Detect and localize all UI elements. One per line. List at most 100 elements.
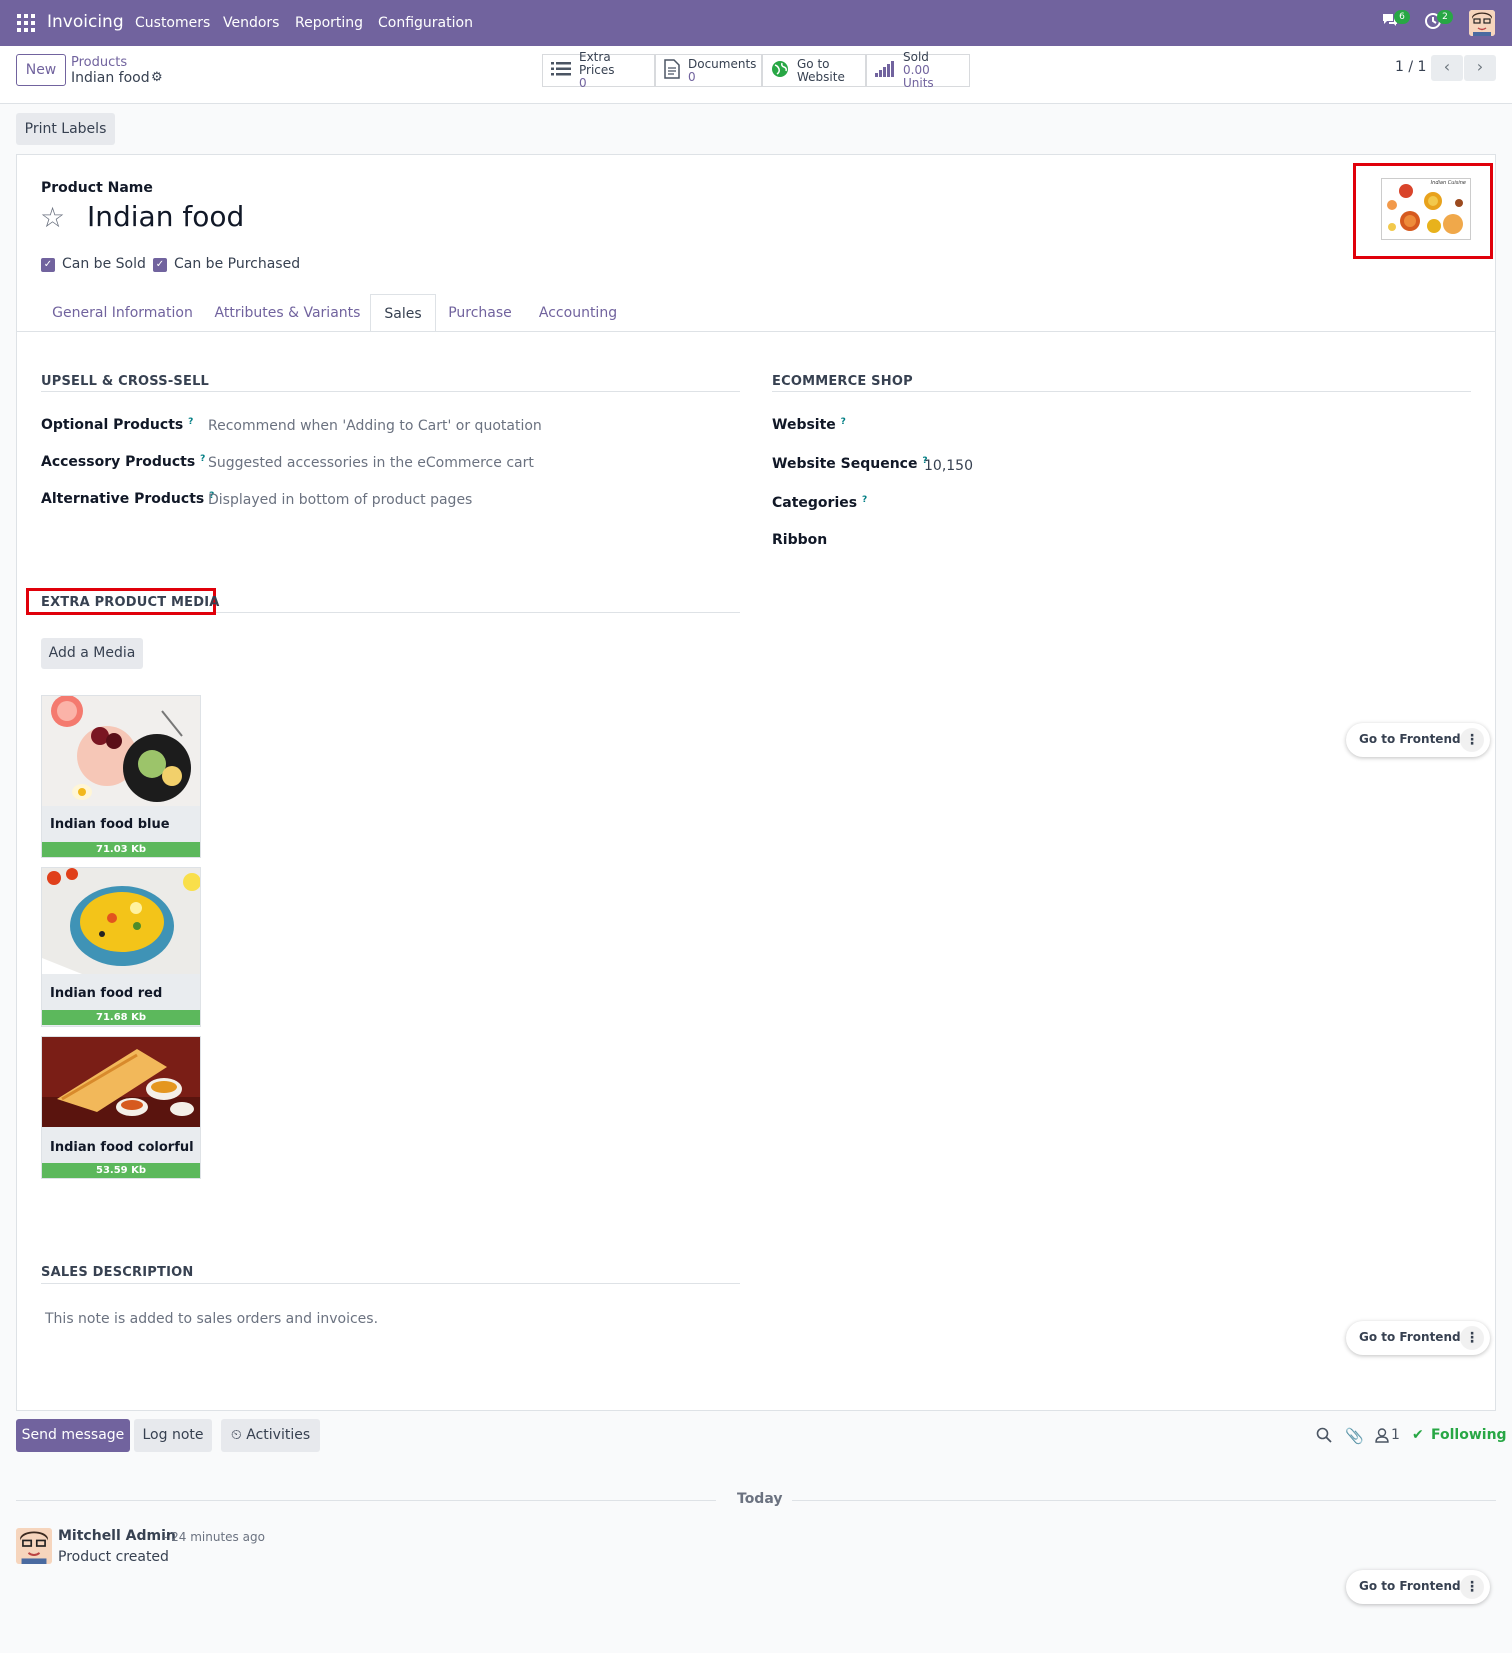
search-icon[interactable] <box>1316 1427 1332 1447</box>
log-note-button[interactable]: Log note <box>134 1419 212 1452</box>
go-to-frontend-widget[interactable]: Go to Frontend ⋮ <box>1346 1321 1490 1355</box>
go-to-frontend-button[interactable]: Go to Frontend <box>1359 732 1461 746</box>
ribbon-select[interactable] <box>924 529 1464 553</box>
stat-documents[interactable]: Documents 0 <box>655 54 762 87</box>
tab-general-information[interactable]: General Information <box>41 294 204 332</box>
field-label-text: Alternative Products <box>41 491 205 507</box>
website-sequence-input[interactable]: 10,150 <box>924 458 973 474</box>
send-message-button[interactable]: Send message <box>16 1419 130 1452</box>
more-options-icon[interactable]: ⋮ <box>1460 1326 1484 1350</box>
print-labels-button[interactable]: Print Labels <box>16 113 115 145</box>
media-card[interactable]: Indian food blue 71.03 Kb <box>41 695 201 858</box>
accessory-products-input[interactable]: Suggested accessories in the eCommerce c… <box>208 455 534 471</box>
menu-configuration[interactable]: Configuration <box>378 15 473 31</box>
stat-value: 0.00 Units <box>903 63 934 90</box>
followers-user-icon[interactable] <box>1375 1428 1389 1447</box>
media-size-badge: 71.68 Kb <box>42 1010 200 1025</box>
stat-go-to-website[interactable]: Go to Website <box>762 54 866 87</box>
can-be-purchased-checkbox[interactable]: ✓ <box>153 258 167 272</box>
tab-attributes-variants[interactable]: Attributes & Variants <box>205 294 370 332</box>
apps-menu-icon[interactable] <box>17 14 35 32</box>
stat-extra-prices[interactable]: Extra Prices 0 <box>542 50 655 90</box>
can-be-purchased-label: Can be Purchased <box>174 256 301 272</box>
media-card[interactable]: Indian food red 71.68 Kb <box>41 867 201 1027</box>
field-label-text: Website Sequence <box>772 456 918 472</box>
activities-button[interactable]: ⏲ Activities <box>221 1419 320 1452</box>
go-to-frontend-widget[interactable]: Go to Frontend ⋮ <box>1346 723 1490 757</box>
tab-sales[interactable]: Sales <box>370 294 436 332</box>
messages-badge: 6 <box>1394 10 1410 24</box>
go-to-frontend-widget[interactable]: Go to Frontend ⋮ <box>1346 1570 1490 1604</box>
optional-products-input[interactable]: Recommend when 'Adding to Cart' or quota… <box>208 418 542 434</box>
menu-vendors[interactable]: Vendors <box>223 15 279 31</box>
website-sequence-label: Website Sequence ? <box>772 456 928 472</box>
stat-sold[interactable]: Sold 0.00 Units <box>866 51 970 90</box>
attachment-paperclip-icon[interactable]: 📎 <box>1345 1427 1364 1445</box>
section-divider <box>216 612 740 613</box>
stat-label: Go to <box>797 56 830 71</box>
pager-next-icon[interactable]: › <box>1464 55 1496 81</box>
more-options-icon[interactable]: ⋮ <box>1460 1575 1484 1599</box>
go-to-frontend-button[interactable]: Go to Frontend <box>1359 1579 1461 1593</box>
app-name[interactable]: Invoicing <box>47 12 124 32</box>
gear-icon[interactable]: ⚙ <box>151 70 163 85</box>
signal-icon <box>875 60 895 81</box>
stat-label: Documents <box>688 56 757 71</box>
field-label-text: Categories <box>772 495 858 511</box>
author-avatar[interactable] <box>16 1528 52 1564</box>
categories-label: Categories ? <box>772 495 867 511</box>
section-divider <box>41 391 740 392</box>
tab-accounting[interactable]: Accounting <box>524 294 632 332</box>
date-separator: Today <box>737 1491 783 1507</box>
sales-description-input[interactable]: This note is added to sales orders and i… <box>45 1311 378 1327</box>
breadcrumb-current: Indian food <box>71 70 150 86</box>
activities-badge: 2 <box>1437 10 1453 24</box>
alternative-products-input[interactable]: Displayed in bottom of product pages <box>208 492 472 508</box>
check-icon: ✔ <box>1412 1427 1424 1443</box>
help-icon[interactable]: ? <box>200 454 205 464</box>
go-to-frontend-button[interactable]: Go to Frontend <box>1359 1330 1461 1344</box>
sales-description-title: SALES DESCRIPTION <box>41 1265 194 1280</box>
new-button[interactable]: New <box>16 54 66 86</box>
following-button[interactable]: Following <box>1431 1427 1507 1443</box>
categories-input[interactable] <box>924 492 1464 516</box>
product-name-field[interactable]: Indian food <box>87 200 244 233</box>
tab-purchase[interactable]: Purchase <box>436 294 524 332</box>
menu-reporting[interactable]: Reporting <box>295 15 363 31</box>
help-icon[interactable]: ? <box>841 417 846 427</box>
tab-divider <box>17 331 1495 332</box>
menu-customers[interactable]: Customers <box>135 15 210 31</box>
field-label-text: Optional Products <box>41 417 184 433</box>
media-card[interactable]: Indian food colorful 53.59 Kb <box>41 1036 201 1179</box>
pager-value[interactable]: 1 / 1 <box>1395 59 1426 75</box>
product-image[interactable]: Indian Cuisine <box>1381 178 1471 240</box>
help-icon[interactable]: ? <box>188 417 193 427</box>
upsell-section-title: UPSELL & CROSS-SELL <box>41 374 210 389</box>
ribbon-label: Ribbon <box>772 532 828 548</box>
message-body: Product created <box>58 1549 169 1565</box>
can-be-sold-checkbox[interactable]: ✓ <box>41 258 55 272</box>
favorite-star-icon[interactable]: ☆ <box>40 201 65 234</box>
media-name: Indian food colorful <box>50 1140 194 1155</box>
stat-value: 0 <box>579 76 587 90</box>
activities-label: Activities <box>246 1427 311 1443</box>
media-image <box>42 1037 200 1127</box>
message-author[interactable]: Mitchell Admin <box>58 1528 176 1544</box>
website-label: Website ? <box>772 417 846 433</box>
pager-previous-icon[interactable]: ‹ <box>1431 55 1463 81</box>
breadcrumb-products[interactable]: Products <box>71 55 127 70</box>
help-icon[interactable]: ? <box>862 495 867 505</box>
field-label-text: Accessory Products <box>41 454 196 470</box>
add-media-button[interactable]: Add a Media <box>41 638 143 669</box>
field-label-text: Website <box>772 417 836 433</box>
ecommerce-section-title: ECOMMERCE SHOP <box>772 374 913 389</box>
more-options-icon[interactable]: ⋮ <box>1460 728 1484 752</box>
date-separator-line <box>16 1500 716 1501</box>
website-select[interactable] <box>924 414 1464 438</box>
media-name: Indian food blue <box>50 817 170 832</box>
followers-count[interactable]: 1 <box>1391 1427 1400 1443</box>
user-avatar[interactable] <box>1469 10 1495 36</box>
form-sheet <box>16 154 1496 1411</box>
document-icon <box>664 58 680 83</box>
stat-label: Extra Prices <box>579 50 615 77</box>
